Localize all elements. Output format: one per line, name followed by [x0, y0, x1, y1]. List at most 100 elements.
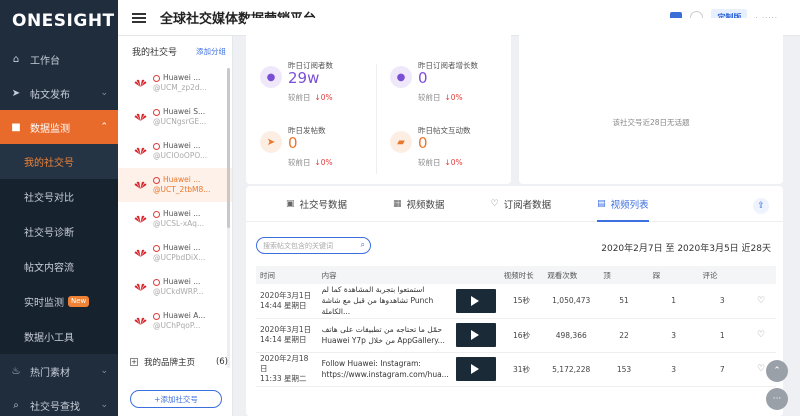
scroll-up-button[interactable]: ⌃ — [766, 360, 788, 382]
table-row[interactable]: 2020年2月18日 11:33 星期二 Follow Huawei: Instag… — [256, 352, 776, 387]
account-item[interactable]: Huawei ... @UCSL-xAq... — [118, 202, 232, 236]
compare-delta: ↓0% — [444, 93, 463, 102]
sidebar-item-label: 帖文发布 — [30, 89, 70, 101]
account-name-row: Huawei ... — [153, 73, 207, 83]
account-name: Huawei ... — [163, 209, 201, 218]
cell-dislikes: 3 — [648, 318, 699, 353]
col-duration[interactable]: 视频时长 — [499, 266, 544, 284]
time: 11:33 星期二 — [260, 374, 307, 383]
account-item[interactable]: Huawei ... @UCM_zp2d... — [118, 66, 232, 100]
account-name-row: Huawei ... — [153, 175, 210, 185]
sidebar-subitem-tools[interactable]: 数据小工具 — [0, 319, 118, 354]
compare-delta: ↓0% — [314, 93, 333, 102]
col-views[interactable]: 观看次数 — [543, 266, 600, 284]
compare-delta: ↓0% — [314, 158, 333, 167]
sidebar: ONESIGHT ⌂ 工作台 ➤ 帖文发布 ⌄ ■ 数据监测 ⌃ 我的社交号 社… — [0, 0, 118, 416]
brand-page-group[interactable]: + 我的品牌主页 (6) — [130, 356, 228, 368]
add-account-button[interactable]: +添加社交号 — [130, 390, 222, 408]
account-id: @UCM_zp2d... — [153, 83, 207, 92]
post-text[interactable]: حمّل ما تحتاجه من تطبيقات على هاتف Huawe… — [322, 324, 450, 346]
sidebar-subitem-diagnose[interactable]: 社交号诊断 — [0, 214, 118, 249]
stat-value: 0 — [418, 69, 428, 87]
scrollbar[interactable] — [227, 68, 230, 368]
cell-action: ♡ — [746, 318, 776, 353]
table-row[interactable]: 2020年3月1日 14:14 星期日 حمّل ما تحتاجه من تطبي… — [256, 318, 776, 353]
sidebar-item-hot-materials[interactable]: ♨ 热门素材 ⌄ — [0, 354, 118, 388]
compare-label: 较前日 — [418, 93, 441, 102]
compare-label: 较前日 — [418, 158, 441, 167]
expand-icon: + — [130, 358, 138, 366]
account-item[interactable]: Huawei ... @UCPbdDiX... — [118, 236, 232, 270]
col-dislikes[interactable]: 踩 — [648, 266, 699, 284]
sidebar-subitem-compare[interactable]: 社交号对比 — [0, 179, 118, 214]
user-plus-icon: ● — [390, 66, 412, 88]
menu-toggle-icon[interactable] — [132, 11, 146, 25]
more-button[interactable]: ··· — [766, 388, 788, 410]
cell-comments: 3 — [698, 284, 747, 319]
tab-video-data[interactable]: ▦ 视频数据 — [393, 186, 445, 222]
youtube-icon — [153, 278, 160, 286]
tab-label: 社交号数据 — [299, 199, 348, 211]
account-item[interactable]: Huawei A... @UChPqoP... — [118, 304, 232, 338]
heart-icon[interactable]: ♡ — [757, 296, 765, 306]
video-thumbnail[interactable] — [455, 288, 496, 313]
col-likes[interactable]: 顶 — [599, 266, 649, 284]
add-group-link[interactable]: 添加分组 — [196, 46, 226, 57]
sidebar-item-workbench[interactable]: ⌂ 工作台 — [0, 42, 118, 76]
post-text[interactable]: استمتعوا بتجربة المشاهدة كما لم تشاهدوها… — [322, 284, 450, 317]
cell-dislikes: 3 — [648, 352, 699, 387]
youtube-icon — [153, 142, 160, 150]
tab-subscriber-data[interactable]: ♡ 订阅者数据 — [491, 186, 552, 222]
account-id: @UChPqoP... — [153, 321, 201, 330]
cell-likes: 51 — [599, 284, 649, 319]
sidebar-item-monitoring[interactable]: ■ 数据监测 ⌃ — [0, 110, 118, 144]
sidebar-subitem-content-stream[interactable]: 帖文内容流 — [0, 249, 118, 284]
date-range-picker[interactable]: 2020年2月7日 至 2020年3月5日 近28天 — [601, 241, 771, 254]
col-time[interactable]: 时间 — [256, 266, 318, 284]
account-name-row: Huawei ... — [153, 243, 205, 253]
briefcase-icon: ■ — [11, 121, 21, 133]
video-thumbnail[interactable] — [455, 357, 496, 381]
cell-duration: 16秒 — [499, 318, 544, 353]
export-icon[interactable]: ⇪ — [753, 198, 769, 214]
huawei-logo-icon — [134, 113, 147, 121]
cell-time: 2020年2月18日 11:33 星期二 — [256, 352, 318, 387]
video-thumbnail[interactable] — [455, 323, 496, 347]
keyword-search-input[interactable]: 搜索帖文包含的关键词 ⌕ — [256, 237, 371, 254]
date: 2020年3月1日 — [260, 290, 312, 300]
content-wrap: استمتعوا بتجربة المشاهدة كما لم تشاهدوها… — [322, 284, 496, 317]
col-comments[interactable]: 评论 — [698, 266, 747, 284]
heart-icon[interactable]: ♡ — [757, 330, 765, 340]
brand-page-count: (6) — [215, 357, 228, 367]
youtube-icon — [153, 74, 160, 82]
account-list-title: 我的社交号 — [132, 47, 178, 58]
cell-duration: 31秒 — [499, 352, 544, 387]
account-item[interactable]: Huawei ... @UCT_2tbM8... — [118, 168, 232, 202]
col-content: 内容 — [317, 266, 500, 284]
cell-comments: 7 — [698, 352, 747, 387]
tab-video-list[interactable]: ▤ 视频列表 — [597, 186, 649, 222]
col-actions — [746, 266, 776, 284]
stat-value: 0 — [418, 134, 428, 152]
date: 2020年2月18日 — [260, 354, 309, 373]
cell-duration: 15秒 — [499, 284, 544, 319]
search-icon: ⌕ — [13, 399, 19, 411]
play-icon — [470, 330, 479, 340]
huawei-logo-icon — [134, 283, 147, 291]
heart-icon: ♡ — [490, 198, 499, 209]
huawei-logo-icon — [134, 317, 147, 325]
sidebar-item-account-search[interactable]: ⌕ 社交号查找 ⌄ — [0, 388, 118, 416]
account-item[interactable]: Huawei S... @UCNgsrGE... — [118, 100, 232, 134]
search-icon[interactable]: ⌕ — [361, 240, 365, 250]
sidebar-subitem-my-accounts[interactable]: 我的社交号 — [0, 144, 118, 179]
table-row[interactable]: 2020年3月1日 14:44 星期日 استمتعوا بتجربة المشاه… — [256, 284, 776, 319]
heart-icon[interactable]: ♡ — [757, 364, 765, 374]
tab-account-data[interactable]: ▣ 社交号数据 — [286, 186, 347, 222]
post-text[interactable]: Follow Huawei: Instagram: https://www.in… — [322, 358, 450, 380]
stat-value: 0 — [288, 134, 298, 152]
sidebar-item-publish[interactable]: ➤ 帖文发布 ⌄ — [0, 76, 118, 110]
account-item[interactable]: Huawei ... @UCkdWRP... — [118, 270, 232, 304]
account-item[interactable]: Huawei ... @UCIOoOPO... — [118, 134, 232, 168]
sidebar-subitem-realtime[interactable]: 实时监测 New — [0, 284, 118, 319]
tab-label: 视频数据 — [406, 199, 445, 211]
